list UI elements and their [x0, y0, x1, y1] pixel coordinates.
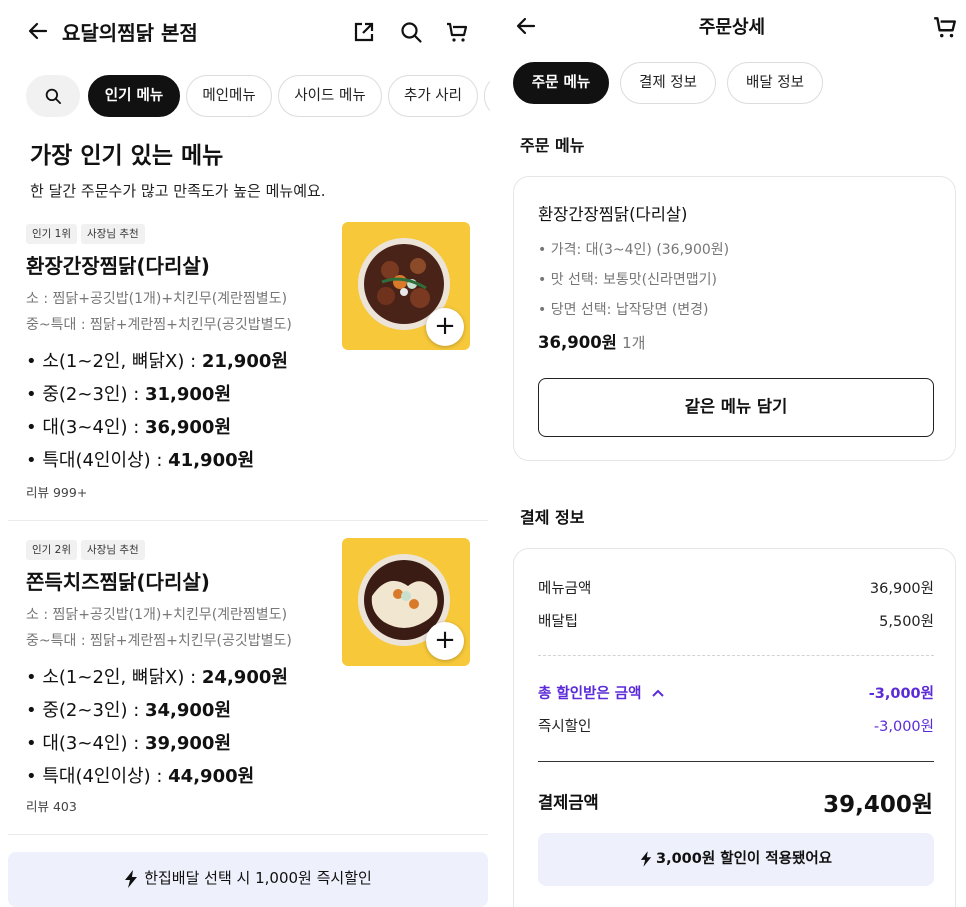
search-icon — [45, 88, 62, 105]
order-menu-section-title: 주문 메뉴 — [520, 136, 585, 155]
tab-order-menu[interactable]: 주문 메뉴 — [513, 62, 609, 104]
add-to-cart-button[interactable]: + — [426, 622, 464, 660]
instant-discount-row: 즉시할인 -3,000원 — [538, 719, 934, 735]
store-header: 요달의찜닭 본점 — [0, 0, 490, 64]
order-detail-screen: 주문상세 주문 메뉴 결제 정보 배달 정보 주문 메뉴 환장간장찜닭(다리살)… — [498, 0, 966, 907]
cart-icon[interactable] — [445, 20, 469, 44]
cart-icon[interactable] — [932, 14, 958, 40]
order-item-price: 36,900원 1개 — [538, 333, 646, 352]
discount-applied-banner: 3,000원 할인이 적용됐어요 — [538, 833, 934, 886]
share-icon[interactable] — [352, 20, 376, 44]
search-icon[interactable] — [399, 20, 423, 44]
review-count: 리뷰 999+ — [26, 485, 88, 500]
menu-amount-row: 메뉴금액 36,900원 — [538, 581, 934, 597]
menu-item-photo[interactable]: + — [342, 222, 470, 350]
panel-divider — [490, 0, 498, 907]
order-item-card: 환장간장찜닭(다리살) • 가격: 대(3~4인) (36,900원) • 맛 … — [513, 176, 956, 461]
menu-item-name: 쫀득치즈찜닭(다리살) — [26, 570, 210, 594]
total-label: 결제금액 — [538, 793, 599, 812]
category-chips: 인기 메뉴 메인메뉴 사이드 메뉴 추가 사리 — [26, 75, 490, 117]
tab-popular-menu[interactable]: 인기 메뉴 — [88, 75, 180, 117]
total-amount: 39,400원 — [823, 792, 933, 818]
menu-item-desc: 소 : 찜닭+공깃밥(1개)+치킨무(계란찜별도) — [26, 607, 288, 623]
popular-section-subtitle: 한 달간 주문수가 많고 만족도가 높은 메뉴예요. — [30, 182, 326, 200]
category-search-button[interactable] — [26, 75, 80, 117]
order-item-name: 환장간장찜닭(다리살) — [538, 205, 688, 224]
menu-item-price: • 대(3~4인) : 39,900원 — [26, 733, 232, 754]
tab-main-menu[interactable]: 메인메뉴 — [186, 75, 272, 117]
review-count: 리뷰 403 — [26, 799, 77, 814]
lightning-icon — [640, 851, 652, 867]
store-menu-screen: 요달의찜닭 본점 인기 메뉴 메인메뉴 사이드 메뉴 추가 사리 가장 인기 있… — [0, 0, 490, 907]
owner-pick-badge: 사장님 추천 — [81, 224, 145, 244]
page-title: 주문상세 — [698, 17, 766, 38]
tab-payment-info[interactable]: 결제 정보 — [620, 62, 716, 104]
menu-item-photo[interactable]: + — [342, 538, 470, 666]
delivery-tip-row: 배달팁 5,500원 — [538, 614, 934, 630]
menu-item-desc: 중~특대 : 찜닭+계란찜+치킨무(공깃밥별도) — [26, 633, 292, 649]
payment-section-title: 결제 정보 — [520, 508, 585, 527]
tab-side-menu[interactable]: 사이드 메뉴 — [278, 75, 382, 117]
lightning-icon — [125, 869, 138, 888]
menu-item[interactable]: 인기 1위 사장님 추천 환장간장찜닭(다리살) 소 : 찜닭+공깃밥(1개)+치… — [0, 222, 490, 512]
menu-item-price: • 중(2~3인) : 34,900원 — [26, 700, 232, 721]
total-discount-row[interactable]: 총 할인받은 금액 -3,000원 — [538, 682, 934, 703]
dashed-divider — [538, 655, 934, 656]
rank-badge: 인기 1위 — [26, 224, 77, 244]
popular-section-title: 가장 인기 있는 메뉴 — [30, 143, 224, 169]
promo-banner[interactable]: 한집배달 선택 시 1,000원 즉시할인 — [8, 852, 488, 907]
menu-item-price: • 소(1~2인, 뼈닭X) : 21,900원 — [26, 351, 288, 372]
divider — [538, 761, 934, 762]
back-arrow-icon[interactable] — [26, 19, 50, 43]
tab-delivery-info[interactable]: 배달 정보 — [727, 62, 823, 104]
tab-extra-noodle[interactable]: 추가 사리 — [388, 75, 478, 117]
order-item-option: • 가격: 대(3~4인) (36,900원) — [538, 242, 730, 258]
payment-card: 메뉴금액 36,900원 배달팁 5,500원 총 할인받은 금액 -3,000원 … — [513, 548, 956, 907]
add-same-menu-button[interactable]: 같은 메뉴 담기 — [538, 378, 934, 437]
store-title: 요달의찜닭 본점 — [62, 21, 198, 45]
order-item-option: • 당면 선택: 납작당면 (변경) — [538, 302, 709, 318]
menu-item-desc: 중~특대 : 찜닭+계란찜+치킨무(공깃밥별도) — [26, 317, 292, 333]
chevron-up-icon — [651, 689, 664, 697]
menu-item-price: • 특대(4인이상) : 44,900원 — [26, 766, 255, 787]
promo-banner-text: 한집배달 선택 시 1,000원 즉시할인 — [144, 869, 372, 887]
owner-pick-badge: 사장님 추천 — [81, 540, 145, 560]
menu-badges: 인기 2위 사장님 추천 — [26, 538, 149, 560]
menu-badges: 인기 1위 사장님 추천 — [26, 222, 149, 244]
menu-item-name: 환장간장찜닭(다리살) — [26, 254, 210, 278]
menu-item-price: • 소(1~2인, 뼈닭X) : 24,900원 — [26, 667, 288, 688]
menu-item[interactable]: 인기 2위 사장님 추천 쫀득치즈찜닭(다리살) 소 : 찜닭+공깃밥(1개)+치… — [0, 538, 490, 828]
order-item-option: • 맛 선택: 보통맛(신라면맵기) — [538, 272, 717, 288]
menu-item-price: • 대(3~4인) : 36,900원 — [26, 417, 232, 438]
menu-item-desc: 소 : 찜닭+공깃밥(1개)+치킨무(계란찜별도) — [26, 291, 288, 307]
menu-item-price: • 특대(4인이상) : 41,900원 — [26, 450, 255, 471]
divider — [8, 834, 488, 835]
menu-item-price: • 중(2~3인) : 31,900원 — [26, 384, 232, 405]
divider — [8, 520, 488, 521]
rank-badge: 인기 2위 — [26, 540, 77, 560]
add-to-cart-button[interactable]: + — [426, 308, 464, 346]
